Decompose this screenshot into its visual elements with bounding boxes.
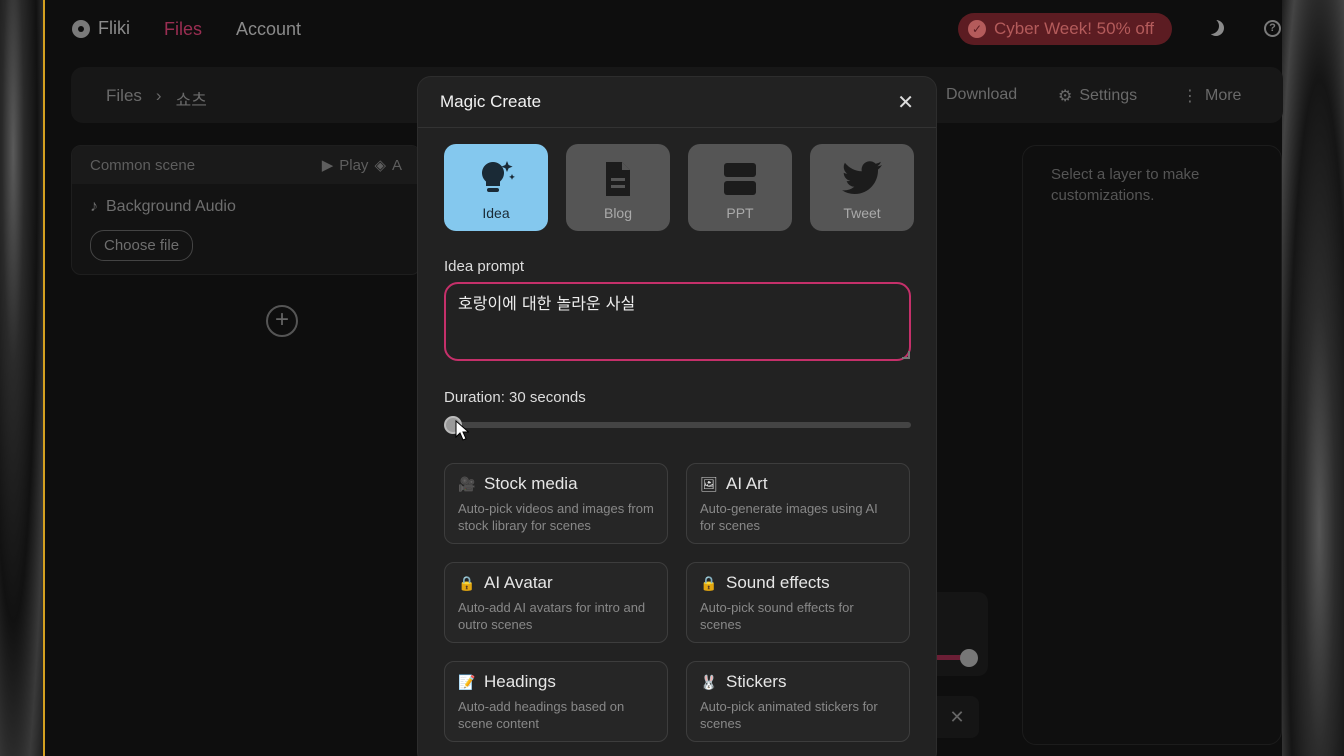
breadcrumb: Files › 쇼츠 bbox=[106, 86, 207, 111]
film-camera-icon: 🎥 bbox=[458, 475, 476, 492]
background-right bbox=[1282, 0, 1344, 756]
slides-icon bbox=[722, 159, 758, 199]
type-blog[interactable]: Blog bbox=[566, 144, 670, 231]
type-blog-label: Blog bbox=[603, 205, 633, 221]
feature-headings[interactable]: 📝 Headings Auto-add headings based on sce… bbox=[444, 661, 668, 742]
breadcrumb-separator: › bbox=[155, 86, 162, 105]
create-type-options: Idea Blog PPT Tweet bbox=[444, 144, 914, 231]
play-icon: ▶ bbox=[321, 157, 334, 174]
feature-description: Auto-add AI avatars for intro and outro … bbox=[458, 600, 646, 632]
lock-icon: 🔒 bbox=[700, 574, 718, 591]
type-tweet-label: Tweet bbox=[843, 205, 881, 221]
scene-body: ♪ Background Audio Choose file bbox=[72, 184, 420, 274]
feature-title: Stickers bbox=[726, 672, 787, 691]
breadcrumb-root[interactable]: Files bbox=[106, 86, 142, 111]
brand-logo[interactable]: Fliki bbox=[72, 18, 130, 39]
common-scene-card: Common scene ▶ Play ◈ A ♪ Background Aud… bbox=[71, 145, 421, 275]
properties-panel: Select a layer to make customizations. bbox=[1022, 145, 1282, 745]
background-audio-label: Background Audio bbox=[106, 198, 236, 215]
background-left bbox=[0, 0, 44, 756]
nav-files[interactable]: Files bbox=[164, 19, 202, 40]
properties-hint: Select a layer to make customizations. bbox=[1051, 166, 1200, 204]
scene-header: Common scene ▶ Play ◈ A bbox=[72, 146, 420, 184]
download-button[interactable]: Download bbox=[946, 86, 1017, 104]
twitter-bird-icon bbox=[841, 159, 883, 199]
download-label: Download bbox=[946, 86, 1018, 103]
settings-icon: ⚙ bbox=[1058, 88, 1073, 105]
rabbit-icon: 🐰 bbox=[700, 673, 718, 690]
layers-icon: ◈ bbox=[374, 157, 386, 174]
check-badge-icon: ✓ bbox=[968, 20, 986, 38]
background-audio-row: ♪ Background Audio bbox=[90, 198, 402, 216]
volume-slider-knob[interactable] bbox=[960, 649, 978, 667]
resize-handle-icon[interactable] bbox=[902, 351, 910, 359]
feature-sound-effects[interactable]: 🔒 Sound effects Auto-pick sound effects f… bbox=[686, 562, 910, 643]
picture-icon: 🖼 bbox=[700, 475, 718, 492]
feature-ai-art[interactable]: 🖼 AI Art Auto-generate images using AI fo… bbox=[686, 463, 910, 544]
document-icon bbox=[603, 159, 633, 199]
mouse-cursor-icon bbox=[455, 420, 469, 441]
promo-banner[interactable]: ✓ Cyber Week! 50% off bbox=[958, 13, 1172, 45]
settings-button[interactable]: ⚙ Settings bbox=[1058, 86, 1137, 106]
brand-name: Fliki bbox=[98, 18, 130, 38]
play-label: Play bbox=[339, 156, 369, 174]
type-tweet[interactable]: Tweet bbox=[810, 144, 914, 231]
feature-title: AI Avatar bbox=[484, 573, 553, 592]
idea-prompt-input[interactable] bbox=[444, 282, 911, 361]
add-scene-icon[interactable]: + bbox=[266, 305, 298, 337]
feature-title: Stock media bbox=[484, 474, 578, 493]
feature-description: Auto-generate images using AI for scenes bbox=[700, 501, 878, 533]
feature-options: 🎥 Stock media Auto-pick videos and images… bbox=[444, 463, 910, 742]
lightbulb-sparkle-icon bbox=[475, 159, 517, 199]
settings-label: Settings bbox=[1079, 87, 1138, 104]
feature-stock-media[interactable]: 🎥 Stock media Auto-pick videos and images… bbox=[444, 463, 668, 544]
feature-title: Sound effects bbox=[726, 573, 830, 592]
promo-text: Cyber Week! 50% off bbox=[994, 19, 1155, 38]
lock-icon: 🔒 bbox=[458, 574, 476, 591]
modal-title: Magic Create bbox=[440, 92, 542, 111]
type-idea[interactable]: Idea bbox=[444, 144, 548, 231]
nav-account[interactable]: Account bbox=[236, 19, 301, 40]
top-nav: Fliki Files Account ✓ Cyber Week! 50% of… bbox=[45, 0, 1282, 58]
type-idea-label: Idea bbox=[482, 205, 510, 221]
more-dots-icon: ⋮ bbox=[1182, 88, 1198, 105]
close-icon[interactable]: ✕ bbox=[935, 696, 979, 738]
memo-icon: 📝 bbox=[458, 673, 476, 690]
feature-description: Auto-pick animated stickers for scenes bbox=[700, 699, 878, 731]
type-ppt[interactable]: PPT bbox=[688, 144, 792, 231]
moon-icon[interactable] bbox=[1208, 20, 1224, 36]
feature-ai-avatar[interactable]: 🔒 AI Avatar Auto-add AI avatars for intro… bbox=[444, 562, 668, 643]
feature-stickers[interactable]: 🐰 Stickers Auto-pick animated stickers fo… bbox=[686, 661, 910, 742]
feature-description: Auto-pick videos and images from stock l… bbox=[458, 501, 654, 533]
feature-title: AI Art bbox=[726, 474, 768, 493]
feature-title: Headings bbox=[484, 672, 556, 691]
type-ppt-label: PPT bbox=[726, 205, 754, 221]
more-button[interactable]: ⋮ More bbox=[1182, 86, 1241, 106]
modal-header: Magic Create ✕ bbox=[418, 77, 936, 128]
idea-prompt-label: Idea prompt bbox=[444, 258, 525, 275]
music-note-icon: ♪ bbox=[90, 198, 98, 215]
help-icon[interactable]: ? bbox=[1264, 20, 1281, 37]
scene-title: Common scene bbox=[90, 157, 196, 174]
more-label: More bbox=[1205, 87, 1242, 104]
gear-logo-icon bbox=[72, 19, 90, 38]
duration-slider-track[interactable] bbox=[444, 422, 911, 428]
breadcrumb-current: 쇼츠 bbox=[175, 91, 207, 110]
modal-close-icon[interactable]: ✕ bbox=[897, 90, 914, 115]
magic-create-modal: Magic Create ✕ Idea Blog PPT Tweet Idea … bbox=[417, 76, 937, 756]
play-button[interactable]: ▶ Play ◈ A bbox=[321, 156, 402, 175]
duration-label: Duration: 30 seconds bbox=[444, 389, 586, 406]
scene-extra-label: A bbox=[391, 156, 402, 174]
feature-description: Auto-pick sound effects for scenes bbox=[700, 600, 854, 632]
feature-description: Auto-add headings based on scene content bbox=[458, 699, 625, 731]
choose-file-button[interactable]: Choose file bbox=[90, 230, 194, 261]
